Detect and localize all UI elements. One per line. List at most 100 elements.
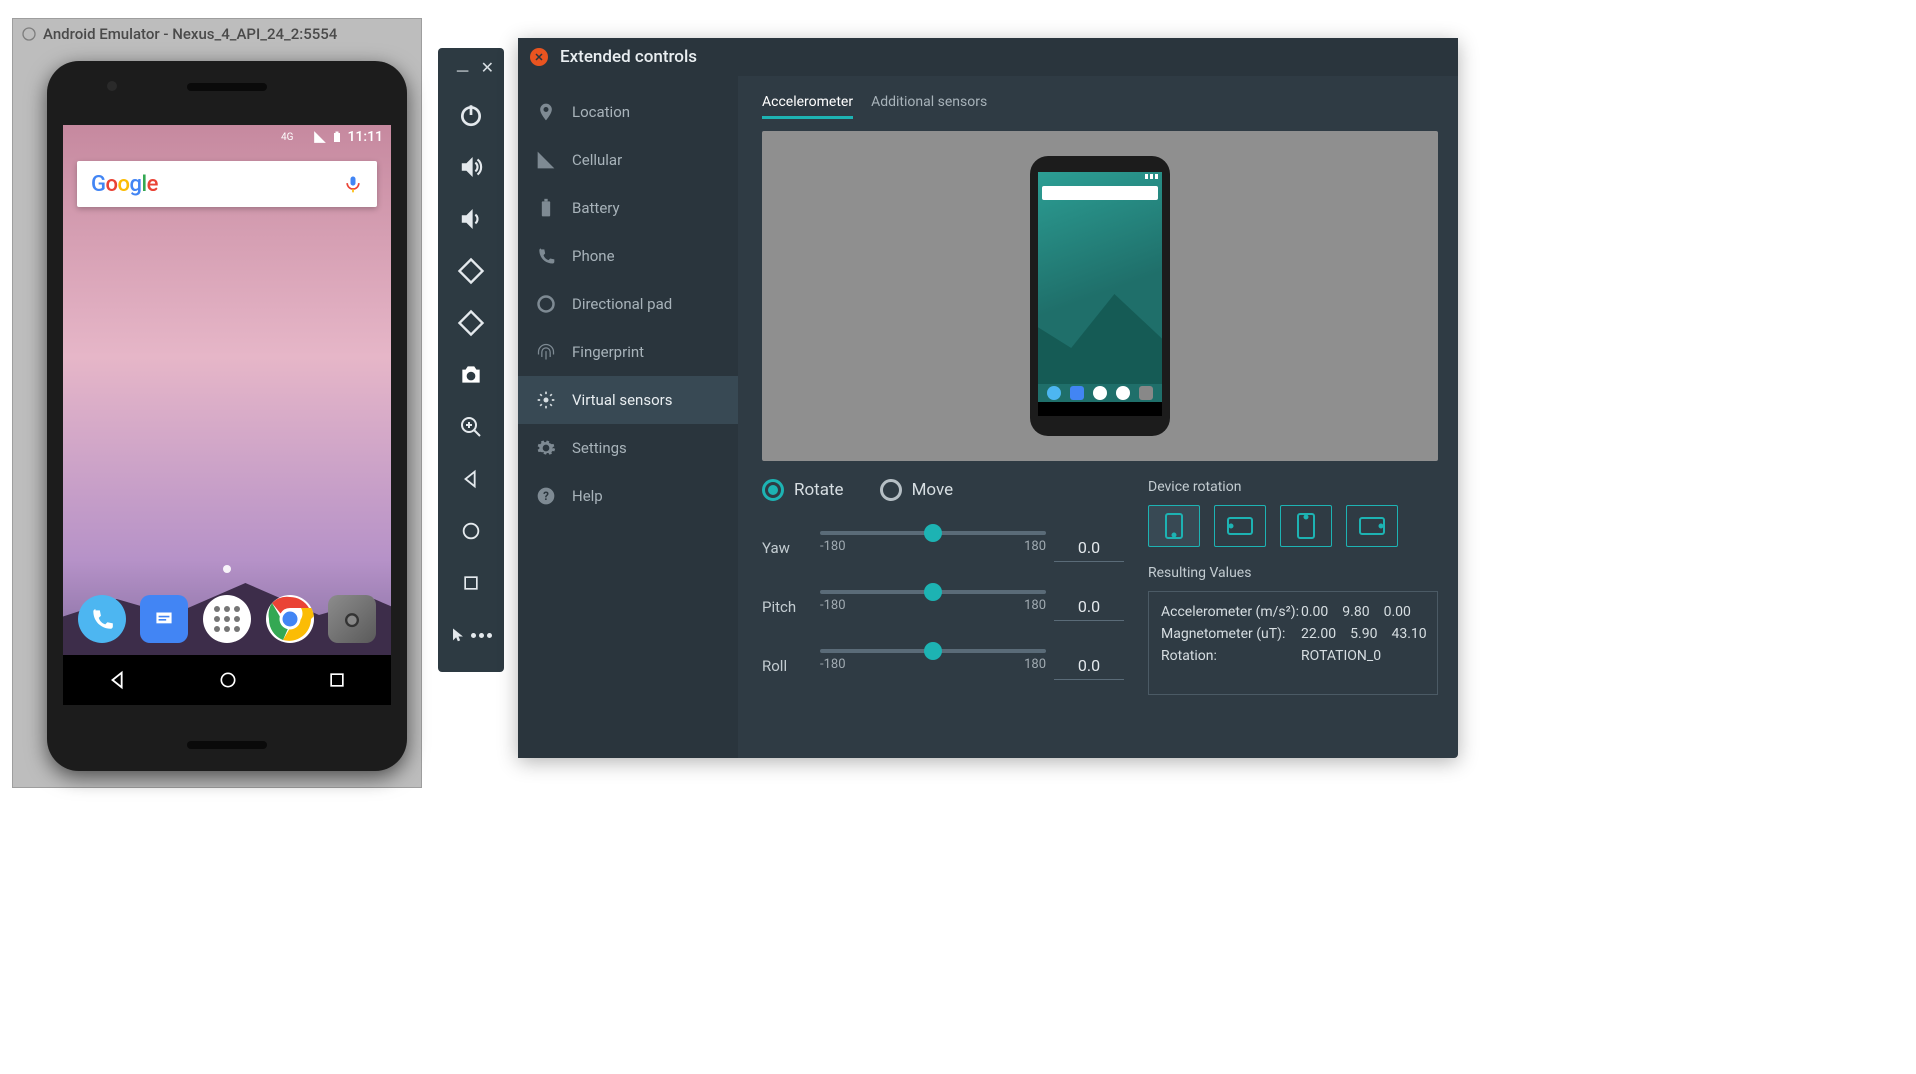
pitch-slider[interactable]: -180 180 — [820, 582, 1046, 631]
clock: 11:11 — [347, 129, 383, 145]
roll-slider[interactable]: -180 180 — [820, 641, 1046, 690]
help-icon: ? — [536, 486, 556, 506]
battery-icon — [536, 198, 556, 218]
yaw-label: Yaw — [762, 539, 812, 557]
magnet-x: 22.00 — [1301, 626, 1336, 642]
sidebar-item-fingerprint[interactable]: Fingerprint — [518, 328, 738, 376]
magnet-y: 5.90 — [1350, 626, 1377, 642]
volume-up-button[interactable] — [448, 144, 494, 190]
mode-rotate-radio[interactable]: Rotate — [762, 479, 844, 501]
pitch-value-input[interactable]: 0.0 — [1054, 593, 1124, 621]
gear-icon — [536, 438, 556, 458]
rotation-value: ROTATION_0 — [1301, 648, 1425, 664]
radio-label: Move — [912, 480, 954, 500]
radio-indicator — [880, 479, 902, 501]
rotate-right-icon — [457, 309, 485, 337]
sidebar-item-label: Settings — [572, 439, 627, 457]
magnet-label: Magnetometer (uT): — [1161, 626, 1301, 642]
dpad-icon — [536, 294, 556, 314]
more-button[interactable] — [448, 612, 494, 658]
camera-icon — [458, 362, 484, 388]
sidebar-item-label: Help — [572, 487, 603, 505]
rotation-label: Rotation: — [1161, 648, 1301, 664]
yaw-slider[interactable]: -180 180 — [820, 523, 1046, 572]
sidebar-item-battery[interactable]: Battery — [518, 184, 738, 232]
sidebar-item-label: Virtual sensors — [572, 391, 672, 409]
sidebar-item-help[interactable]: ? Help — [518, 472, 738, 520]
android-icon — [21, 26, 37, 42]
rotate-right-button[interactable] — [448, 300, 494, 346]
tab-additional-sensors[interactable]: Additional sensors — [871, 88, 987, 119]
extended-sidebar: Location Cellular Battery Phone Directio… — [518, 76, 738, 758]
rotation-portrait-rev-button[interactable] — [1280, 505, 1332, 547]
yaw-value-input[interactable]: 0.0 — [1054, 534, 1124, 562]
screenshot-button[interactable] — [448, 352, 494, 398]
sidebar-item-label: Fingerprint — [572, 343, 644, 361]
dock-chrome-icon[interactable] — [266, 595, 314, 643]
volume-down-button[interactable] — [448, 196, 494, 242]
google-logo: Google — [91, 172, 158, 197]
pitch-slider-row: Pitch -180 180 0.0 — [762, 582, 1124, 631]
yaw-slider-row: Yaw -180 180 0.0 — [762, 523, 1124, 572]
svg-text:?: ? — [543, 489, 549, 503]
toolbar-close-icon[interactable]: ✕ — [481, 58, 494, 82]
home-button[interactable] — [448, 508, 494, 554]
rotation-landscape-rev-button[interactable] — [1346, 505, 1398, 547]
close-button[interactable]: ✕ — [530, 48, 548, 66]
extended-title: Extended controls — [560, 47, 697, 67]
device-preview-area[interactable] — [762, 131, 1438, 461]
sidebar-item-label: Cellular — [572, 151, 622, 169]
sensors-icon — [536, 390, 556, 410]
emulator-window: Android Emulator - Nexus_4_API_24_2:5554… — [12, 18, 422, 788]
rotate-left-button[interactable] — [448, 248, 494, 294]
resulting-values-box: Accelerometer (m/s²): 0.00 9.80 0.00 Mag… — [1148, 591, 1438, 695]
sidebar-item-label: Battery — [572, 199, 620, 217]
tab-accelerometer[interactable]: Accelerometer — [762, 88, 853, 119]
cursor-icon — [451, 628, 465, 642]
roll-label: Roll — [762, 657, 812, 675]
device-preview[interactable] — [1030, 156, 1170, 436]
accel-z: 0.00 — [1384, 604, 1411, 620]
sidebar-item-virtual-sensors[interactable]: Virtual sensors — [518, 376, 738, 424]
zoom-icon — [459, 415, 483, 439]
device-screen[interactable]: 4G 11:11 Google — [63, 125, 391, 705]
rotation-landscape-button[interactable] — [1214, 505, 1266, 547]
dock-phone-icon[interactable] — [78, 595, 126, 643]
sidebar-item-phone[interactable]: Phone — [518, 232, 738, 280]
power-button[interactable] — [448, 92, 494, 138]
dock-apps-icon[interactable] — [203, 595, 251, 643]
dock-camera-icon[interactable] — [328, 595, 376, 643]
android-status-bar[interactable]: 4G 11:11 — [63, 125, 391, 149]
toolbar-minimize-icon[interactable]: － — [455, 58, 471, 82]
roll-max: 180 — [1024, 657, 1046, 672]
phone-icon — [536, 246, 556, 266]
android-nav-bar — [63, 655, 391, 705]
magnet-z: 43.10 — [1391, 626, 1426, 642]
accel-x: 0.00 — [1301, 604, 1328, 620]
overview-button[interactable] — [448, 560, 494, 606]
nav-overview-icon[interactable] — [327, 670, 347, 690]
nav-back-icon[interactable] — [107, 669, 129, 691]
rotation-portrait-button[interactable] — [1148, 505, 1200, 547]
sidebar-item-cellular[interactable]: Cellular — [518, 136, 738, 184]
volume-down-icon — [458, 206, 484, 232]
mic-icon[interactable] — [343, 174, 363, 194]
sidebar-item-location[interactable]: Location — [518, 88, 738, 136]
accel-label: Accelerometer (m/s²): — [1161, 604, 1301, 620]
rotate-left-icon — [457, 257, 485, 285]
radio-indicator — [762, 479, 784, 501]
google-search-bar[interactable]: Google — [77, 161, 377, 207]
volume-up-icon — [458, 154, 484, 180]
zoom-button[interactable] — [448, 404, 494, 450]
sidebar-item-settings[interactable]: Settings — [518, 424, 738, 472]
mode-move-radio[interactable]: Move — [880, 479, 954, 501]
device-frame: 4G 11:11 Google — [47, 61, 407, 771]
device-rotation-buttons — [1148, 505, 1438, 547]
roll-value-input[interactable]: 0.0 — [1054, 652, 1124, 680]
back-button[interactable] — [448, 456, 494, 502]
dock-messages-icon[interactable] — [140, 595, 188, 643]
nav-home-icon[interactable] — [218, 670, 238, 690]
earpiece-speaker — [187, 83, 267, 91]
sidebar-item-label: Directional pad — [572, 295, 672, 313]
sidebar-item-dpad[interactable]: Directional pad — [518, 280, 738, 328]
